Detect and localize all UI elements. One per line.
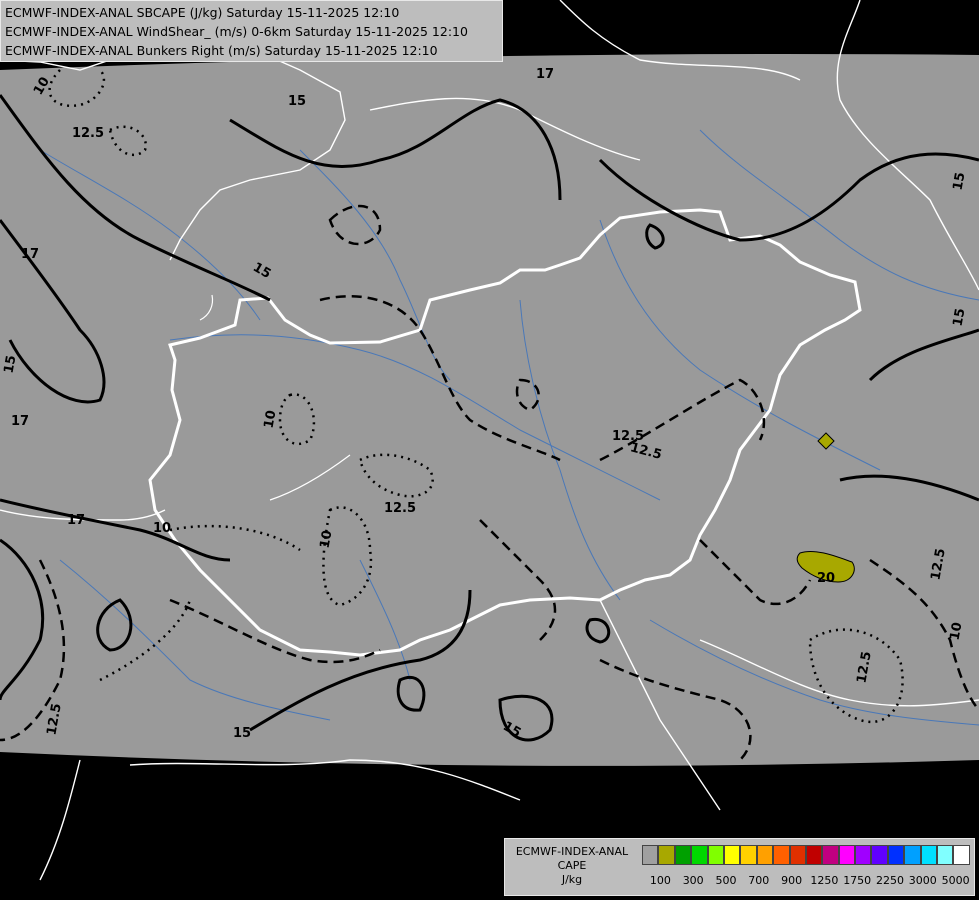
legend-tick-labels: 100 300 500 700 900 1250 1750 2250 3000 5000: [642, 874, 972, 890]
legend-color-scale: [642, 845, 970, 867]
legend-swatch: [723, 845, 741, 865]
weather-map: 1012.5151712.5151715151715101012.512.517…: [0, 0, 979, 900]
legend-tick-label: 2250: [876, 874, 904, 887]
legend-swatch: [756, 845, 774, 865]
contour-label: 15: [2, 354, 20, 374]
legend-swatch: [642, 845, 659, 865]
legend-swatch: [871, 845, 888, 865]
legend-tick-label: 3000: [908, 874, 937, 887]
legend-swatch: [855, 845, 872, 865]
legend-unit: J/kg: [561, 873, 583, 886]
contour-label: 15: [951, 307, 969, 327]
contour-label: 15: [951, 171, 969, 191]
contour-label: 15: [288, 94, 306, 109]
legend-parameter: CAPE: [557, 859, 587, 872]
map-stage: 10 12.5 15 17 12.5 15 17 15 15 17 15 10 10 12.5 12.5 17…: [0, 0, 979, 900]
contour-label: 10: [948, 621, 966, 641]
contour-label: 10: [318, 529, 336, 549]
legend-tick-label: 1250: [810, 874, 839, 887]
contour-label: 15: [233, 726, 251, 741]
legend-swatch: [773, 845, 790, 865]
legend-swatch: [658, 845, 675, 865]
legend-swatch: [920, 845, 938, 865]
legend-swatch: [674, 845, 692, 865]
title-line-windshear: ECMWF-INDEX-ANAL WindShear_ (m/s) 0-6km …: [5, 24, 468, 39]
legend-model: ECMWF-INDEX-ANAL: [515, 845, 629, 858]
contour-label: 12.5: [72, 126, 104, 141]
legend-swatch: [937, 845, 954, 865]
model-domain: [0, 54, 979, 766]
legend-swatch: [707, 845, 724, 865]
contour-label: 20: [817, 571, 835, 586]
legend-swatch: [904, 845, 921, 865]
legend-tick-label: 500: [715, 874, 737, 887]
legend-swatch: [740, 845, 757, 865]
legend-swatch: [887, 845, 905, 865]
legend-swatch: [805, 845, 823, 865]
legend-swatch: [822, 845, 839, 865]
legend-tick-label: 100: [649, 874, 671, 887]
legend-caption: ECMWF-INDEX-ANAL CAPE J/kg: [505, 845, 639, 887]
contour-label: 17: [11, 414, 29, 429]
legend-tick-label: 5000: [941, 874, 970, 887]
contour-label: 10: [153, 521, 171, 536]
legend-swatch: [789, 845, 806, 865]
contour-label: 12.5: [384, 501, 416, 516]
legend-tick-label: 1750: [843, 874, 872, 887]
contour-label: 17: [536, 67, 554, 82]
contour-label: 17: [21, 247, 39, 262]
legend-swatch: [691, 845, 708, 865]
contour-label: 17: [67, 513, 85, 528]
title-line-bunkers: ECMWF-INDEX-ANAL Bunkers Right (m/s) Sat…: [5, 43, 438, 58]
contour-label: 10: [262, 409, 280, 429]
contour-label: 12.5: [612, 429, 644, 444]
legend-tick-label: 700: [748, 874, 770, 887]
legend-swatch: [838, 845, 856, 865]
map-title-panel: ECMWF-INDEX-ANAL SBCAPE (J/kg) Saturday …: [0, 0, 503, 62]
cape-legend: ECMWF-INDEX-ANAL CAPE J/kg 100 300 500 700 9…: [504, 838, 975, 896]
legend-tick-label: 900: [781, 874, 803, 887]
legend-swatch: [953, 845, 970, 865]
legend-tick-label: 300: [682, 874, 704, 887]
title-line-sbcape: ECMWF-INDEX-ANAL SBCAPE (J/kg) Saturday …: [5, 5, 400, 20]
